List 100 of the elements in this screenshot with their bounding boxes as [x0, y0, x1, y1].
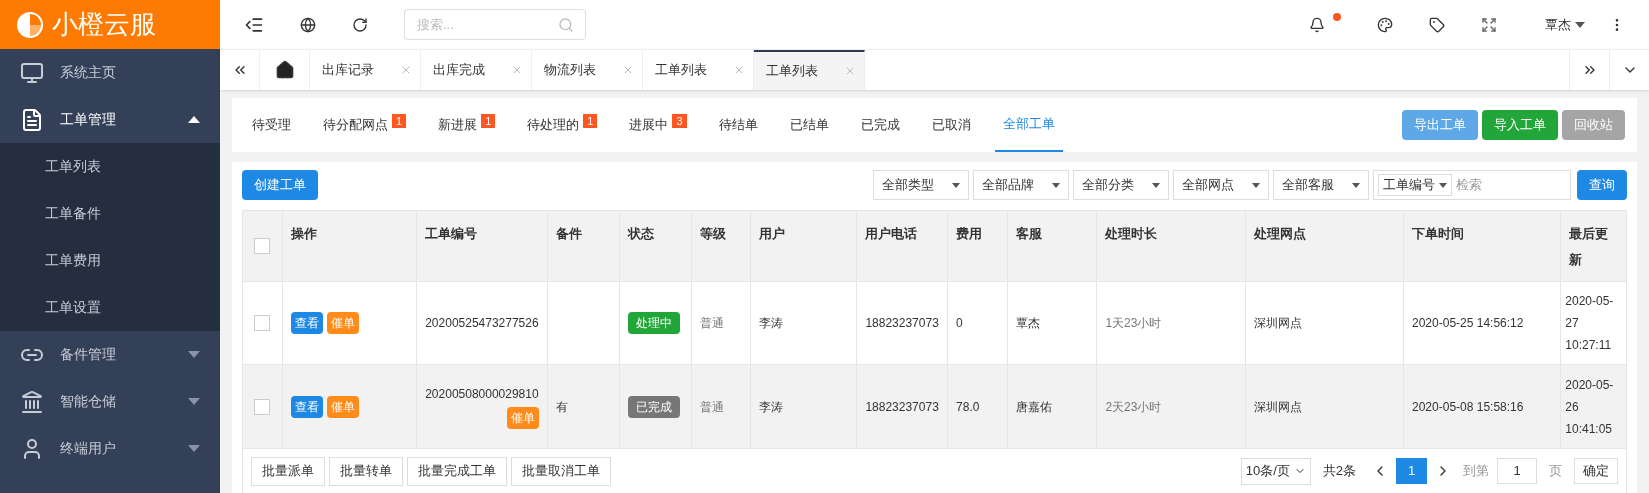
field-select[interactable]: 工单编号	[1378, 174, 1452, 196]
page-tab[interactable]: 出库完成	[421, 50, 532, 90]
submenu-item[interactable]: 工单设置	[0, 284, 220, 331]
user-menu[interactable]: 覃杰	[1545, 14, 1585, 35]
count-badge: 1	[392, 114, 407, 128]
page-tab[interactable]: 工单列表	[754, 50, 865, 90]
bank-icon	[20, 389, 44, 414]
caret-icon	[188, 445, 200, 452]
submenu-item[interactable]: 工单费用	[0, 237, 220, 284]
caret-icon	[952, 182, 960, 188]
bulk-button[interactable]: 批量完成工单	[407, 456, 507, 486]
row-action-button[interactable]: 查看	[290, 395, 323, 418]
search-field[interactable]: 搜索...	[404, 9, 586, 40]
column-header: 操作	[290, 226, 317, 241]
tag-icon[interactable]	[1429, 16, 1445, 33]
caret-icon	[1052, 182, 1060, 188]
page-tab[interactable]: 出库记录	[310, 50, 421, 90]
home-icon	[274, 60, 295, 80]
count-badge: 1	[481, 114, 496, 128]
checkbox[interactable]	[254, 238, 271, 254]
table-cell-text: 2020-05-25 14:56:12	[1412, 315, 1524, 332]
status-tab[interactable]: 全部工单	[994, 98, 1063, 152]
count-badge: 3	[672, 114, 687, 128]
status-tab[interactable]: 已结单	[781, 98, 837, 152]
page-size-select[interactable]: 10条/页	[1240, 457, 1311, 485]
caret-icon	[188, 351, 200, 358]
bulk-button[interactable]: 批量转单	[329, 456, 403, 486]
document-icon	[20, 107, 44, 132]
table-cell-text: 2天23小时	[1105, 398, 1162, 416]
query-button[interactable]: 查询	[1577, 170, 1627, 200]
caret-icon	[1252, 182, 1260, 188]
table-cell-text: 2020-05-08 15:58:16	[1412, 398, 1524, 416]
sidebar-item[interactable]: 系统主页	[0, 49, 220, 96]
status-tab[interactable]: 待处理的 1	[519, 98, 606, 152]
table-cell-text: 覃杰	[1015, 315, 1040, 332]
page-input[interactable]: 1	[1497, 458, 1537, 484]
submenu-item[interactable]: 工单备件	[0, 190, 220, 237]
caret-icon	[1439, 182, 1447, 188]
column-header: 处理网点	[1253, 226, 1306, 241]
bulk-button[interactable]: 批量派单	[251, 456, 325, 486]
filter-dropdown[interactable]: 全部类型	[873, 170, 969, 200]
column-header: 状态	[628, 226, 655, 241]
sidebar-item[interactable]: 工单管理	[0, 96, 220, 143]
filter-dropdown[interactable]: 全部客服	[1273, 170, 1369, 200]
globe-icon[interactable]	[300, 16, 316, 33]
column-header: 等级	[700, 226, 727, 241]
status-badge: 处理中	[628, 312, 681, 334]
table-cell-text: 2020-05-26 10:41:05	[1565, 376, 1615, 438]
checkbox[interactable]	[254, 398, 271, 415]
filter-dropdown[interactable]: 全部分类	[1073, 170, 1169, 200]
table-cell-text: 有	[555, 398, 568, 416]
page-tab[interactable]: 物流列表	[532, 50, 643, 90]
checkbox[interactable]	[254, 315, 271, 331]
goto-label: 到第	[1463, 462, 1489, 481]
table-cell-text: 78.0	[956, 398, 980, 416]
fullscreen-icon[interactable]	[1481, 16, 1497, 33]
column-header: 用户	[758, 226, 785, 241]
monitor-icon	[20, 60, 44, 85]
status-tab[interactable]: 待结单	[710, 98, 766, 152]
create-button[interactable]: 创建工单	[242, 170, 318, 200]
status-tab[interactable]: 已取消	[923, 98, 979, 152]
row-action-button[interactable]: 查看	[290, 312, 323, 334]
column-header: 处理时长	[1105, 226, 1158, 241]
column-header: 下单时间	[1412, 226, 1464, 241]
table-cell-text: 普通	[700, 398, 725, 416]
caret-icon	[188, 116, 200, 123]
page-button[interactable]: 1	[1396, 458, 1427, 484]
table-cell-text: 普通	[700, 315, 725, 332]
submenu-item[interactable]: 工单列表	[0, 143, 220, 190]
bulk-button[interactable]: 批量取消工单	[511, 456, 611, 486]
column-header: 最后更新	[1569, 226, 1609, 267]
sidebar-item[interactable]: 智能仓储	[0, 378, 220, 425]
status-tab[interactable]: 进展中 3	[621, 98, 695, 152]
table-cell-text: 李涛	[758, 398, 783, 416]
count-badge: 1	[583, 114, 598, 128]
palette-icon[interactable]	[1377, 16, 1393, 33]
logo-text: 小橙云服	[52, 8, 156, 41]
search-field[interactable]: 工单编号 检索	[1373, 170, 1571, 200]
column-header: 工单编号	[425, 226, 478, 241]
table-cell-text: 20200525473277526	[425, 315, 539, 332]
page-unit: 页	[1549, 462, 1562, 481]
filter-dropdown[interactable]: 全部品牌	[973, 170, 1069, 200]
table-cell-text: 深圳网点	[1253, 315, 1302, 332]
confirm-button[interactable]: 确定	[1574, 458, 1618, 484]
column-header: 客服	[1015, 226, 1042, 241]
table-cell-text: 唐嘉佑	[1015, 398, 1052, 416]
table-cell-text: 2020-05-27 10:27:11	[1565, 293, 1615, 354]
search-icon	[558, 17, 574, 33]
bell-icon[interactable]	[1309, 16, 1325, 33]
filter-dropdown[interactable]: 全部网点	[1173, 170, 1269, 200]
sidebar-item[interactable]: 终端用户	[0, 425, 220, 472]
status-tab[interactable]: 新进展 1	[430, 98, 504, 152]
sidebar-item[interactable]: 备件管理	[0, 331, 220, 378]
table-cell-text: 李涛	[758, 315, 783, 332]
refresh-icon[interactable]	[352, 16, 368, 33]
column-header: 用户电话	[865, 226, 918, 241]
status-tab[interactable]: 待受理	[244, 98, 299, 152]
status-tab[interactable]: 待分配网点 1	[315, 98, 415, 152]
caret-icon	[1352, 182, 1360, 188]
status-tab[interactable]: 已完成	[852, 98, 908, 152]
